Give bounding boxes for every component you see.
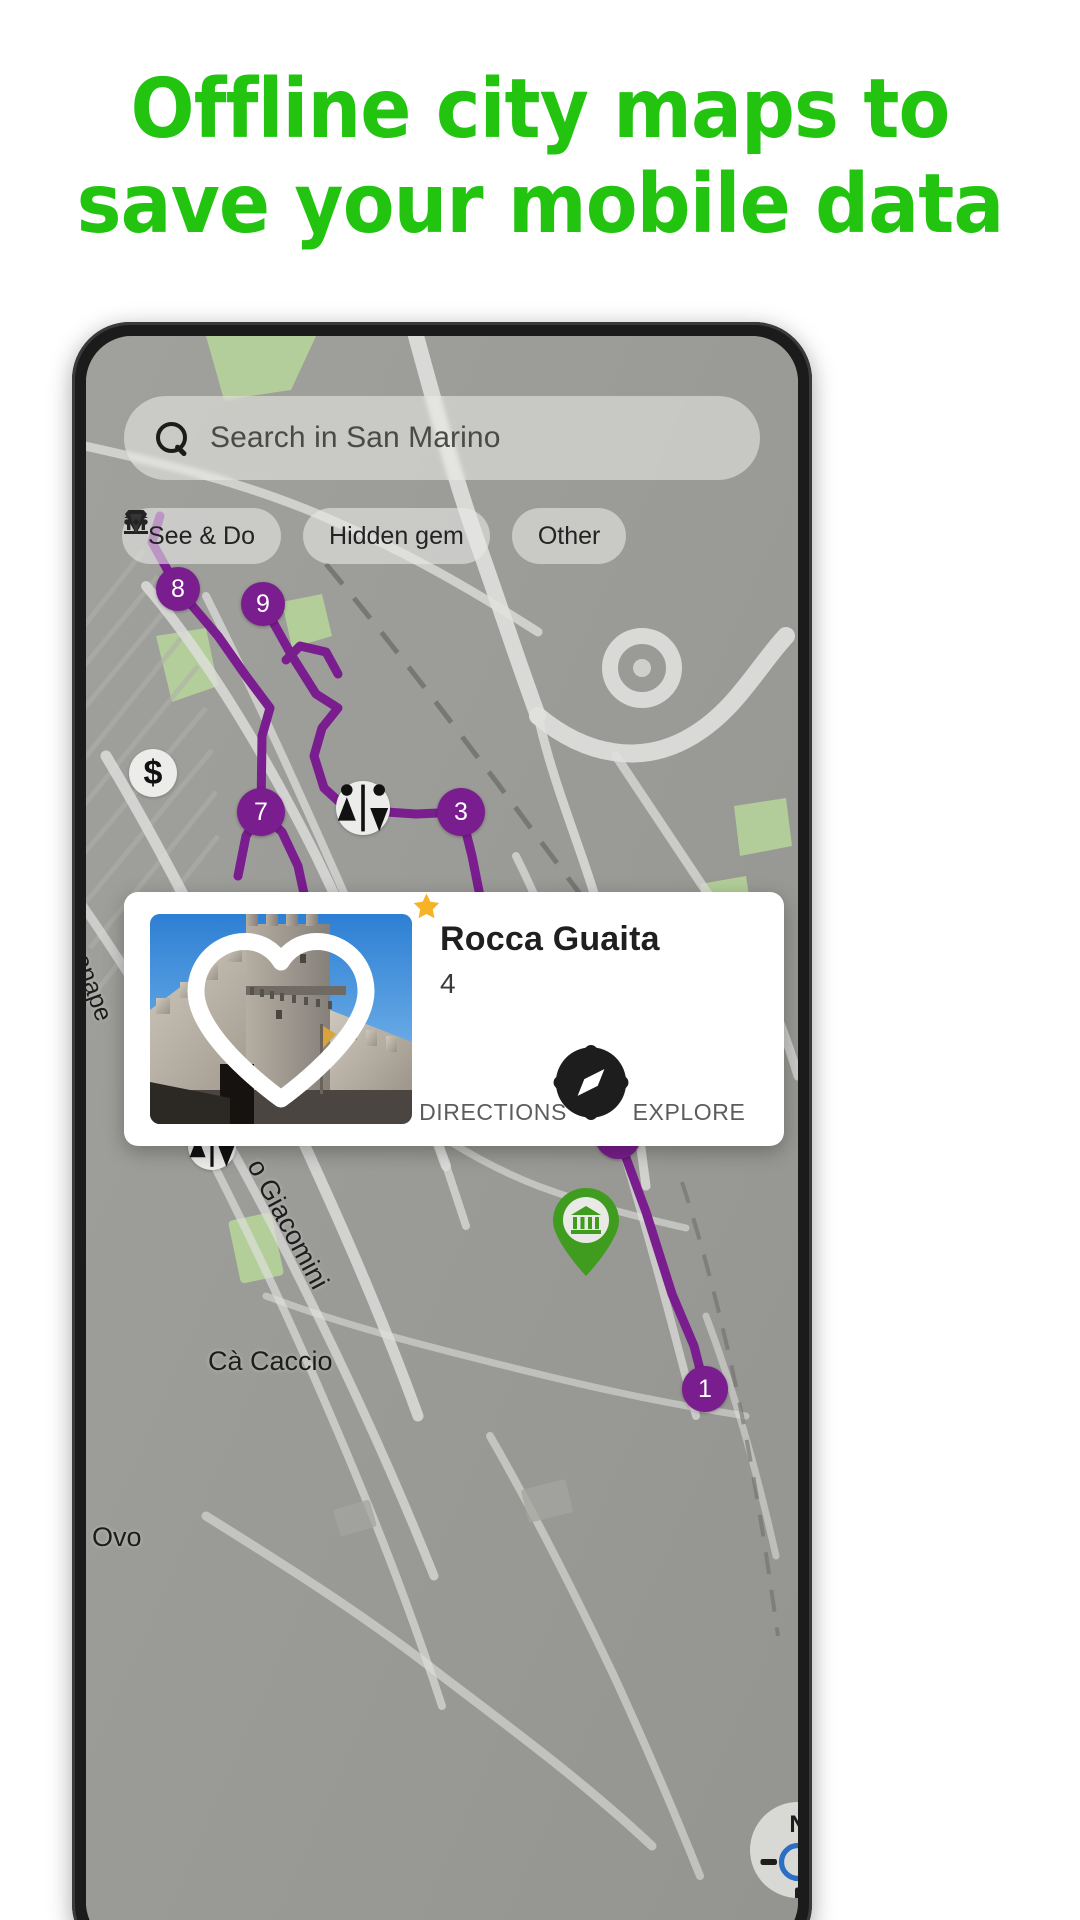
- search-icon: [154, 420, 190, 456]
- poi-info-card[interactable]: Rocca Guaita 4 DIRECTIONS EXPLORE: [124, 892, 784, 1146]
- page-title: Offline city maps to save your mobile da…: [43, 62, 1037, 252]
- restroom-icon: [337, 784, 389, 832]
- map-label: Cà Caccio: [208, 1346, 333, 1376]
- phone-screen: Cà Caccio o Giacomini onape Ovo 8 9 7 3: [86, 336, 798, 1920]
- map-stop-number: 7: [254, 797, 268, 826]
- map-stop-marker[interactable]: 9: [241, 582, 285, 626]
- poi-rating-value: 4: [440, 968, 456, 999]
- compass-rose-icon: N: [760, 1811, 798, 1898]
- map-canvas[interactable]: Cà Caccio o Giacomini onape Ovo 8 9 7 3: [86, 336, 798, 1920]
- explore-button[interactable]: EXPLORE: [555, 1039, 764, 1126]
- filter-chip-hidden-gem[interactable]: Hidden gem: [125, 508, 490, 564]
- map-stop-marker[interactable]: 3: [437, 788, 485, 836]
- map-poi-museum[interactable]: [549, 1185, 623, 1277]
- poi-thumbnail[interactable]: [150, 914, 412, 1124]
- search-input[interactable]: Search in San Marino: [210, 421, 501, 455]
- phone-mockup: Cà Caccio o Giacomini onape Ovo 8 9 7 3: [72, 322, 812, 1920]
- poi-rating: 4: [413, 893, 784, 1000]
- star-icon: [413, 893, 440, 919]
- dollar-icon: $: [143, 753, 163, 792]
- filter-chip-label: Hidden gem: [329, 521, 464, 550]
- poi-actions: DIRECTIONS EXPLORE: [418, 1039, 764, 1126]
- filter-chip-row: See & Do Hidden gem Other: [122, 508, 627, 564]
- map-stop-marker[interactable]: 8: [156, 567, 200, 611]
- filter-chip-label: See & Do: [148, 521, 256, 550]
- map-stop-marker[interactable]: 7: [237, 788, 285, 836]
- map-stop-number: 9: [256, 589, 270, 618]
- dots-icon: [124, 519, 148, 525]
- heart-icon[interactable]: [150, 914, 412, 1124]
- poi-title: Rocca Guaita: [440, 920, 660, 958]
- headline-line-2: save your mobile data: [76, 157, 1005, 252]
- map-stop-number: 1: [698, 1374, 712, 1403]
- map-stop-number: 3: [454, 797, 468, 826]
- filter-chip-other[interactable]: Other: [124, 508, 627, 564]
- search-bar[interactable]: Search in San Marino: [124, 396, 760, 480]
- filter-chip-label: Other: [537, 521, 601, 550]
- headline-line-1: Offline city maps to: [130, 62, 951, 157]
- map-compass[interactable]: N: [750, 1802, 798, 1898]
- map-stop-marker[interactable]: 1: [682, 1366, 728, 1412]
- svg-text:N: N: [789, 1811, 798, 1838]
- map-stop-number: 8: [171, 574, 185, 603]
- map-marker-restroom[interactable]: [336, 781, 390, 835]
- compass-icon: [555, 1039, 764, 1118]
- museum-pin-icon: [553, 1188, 619, 1276]
- poi-details: Rocca Guaita 4 DIRECTIONS EXPLORE: [412, 892, 784, 1146]
- map-marker-atm[interactable]: $: [129, 749, 177, 797]
- map-label: Ovo: [92, 1522, 142, 1552]
